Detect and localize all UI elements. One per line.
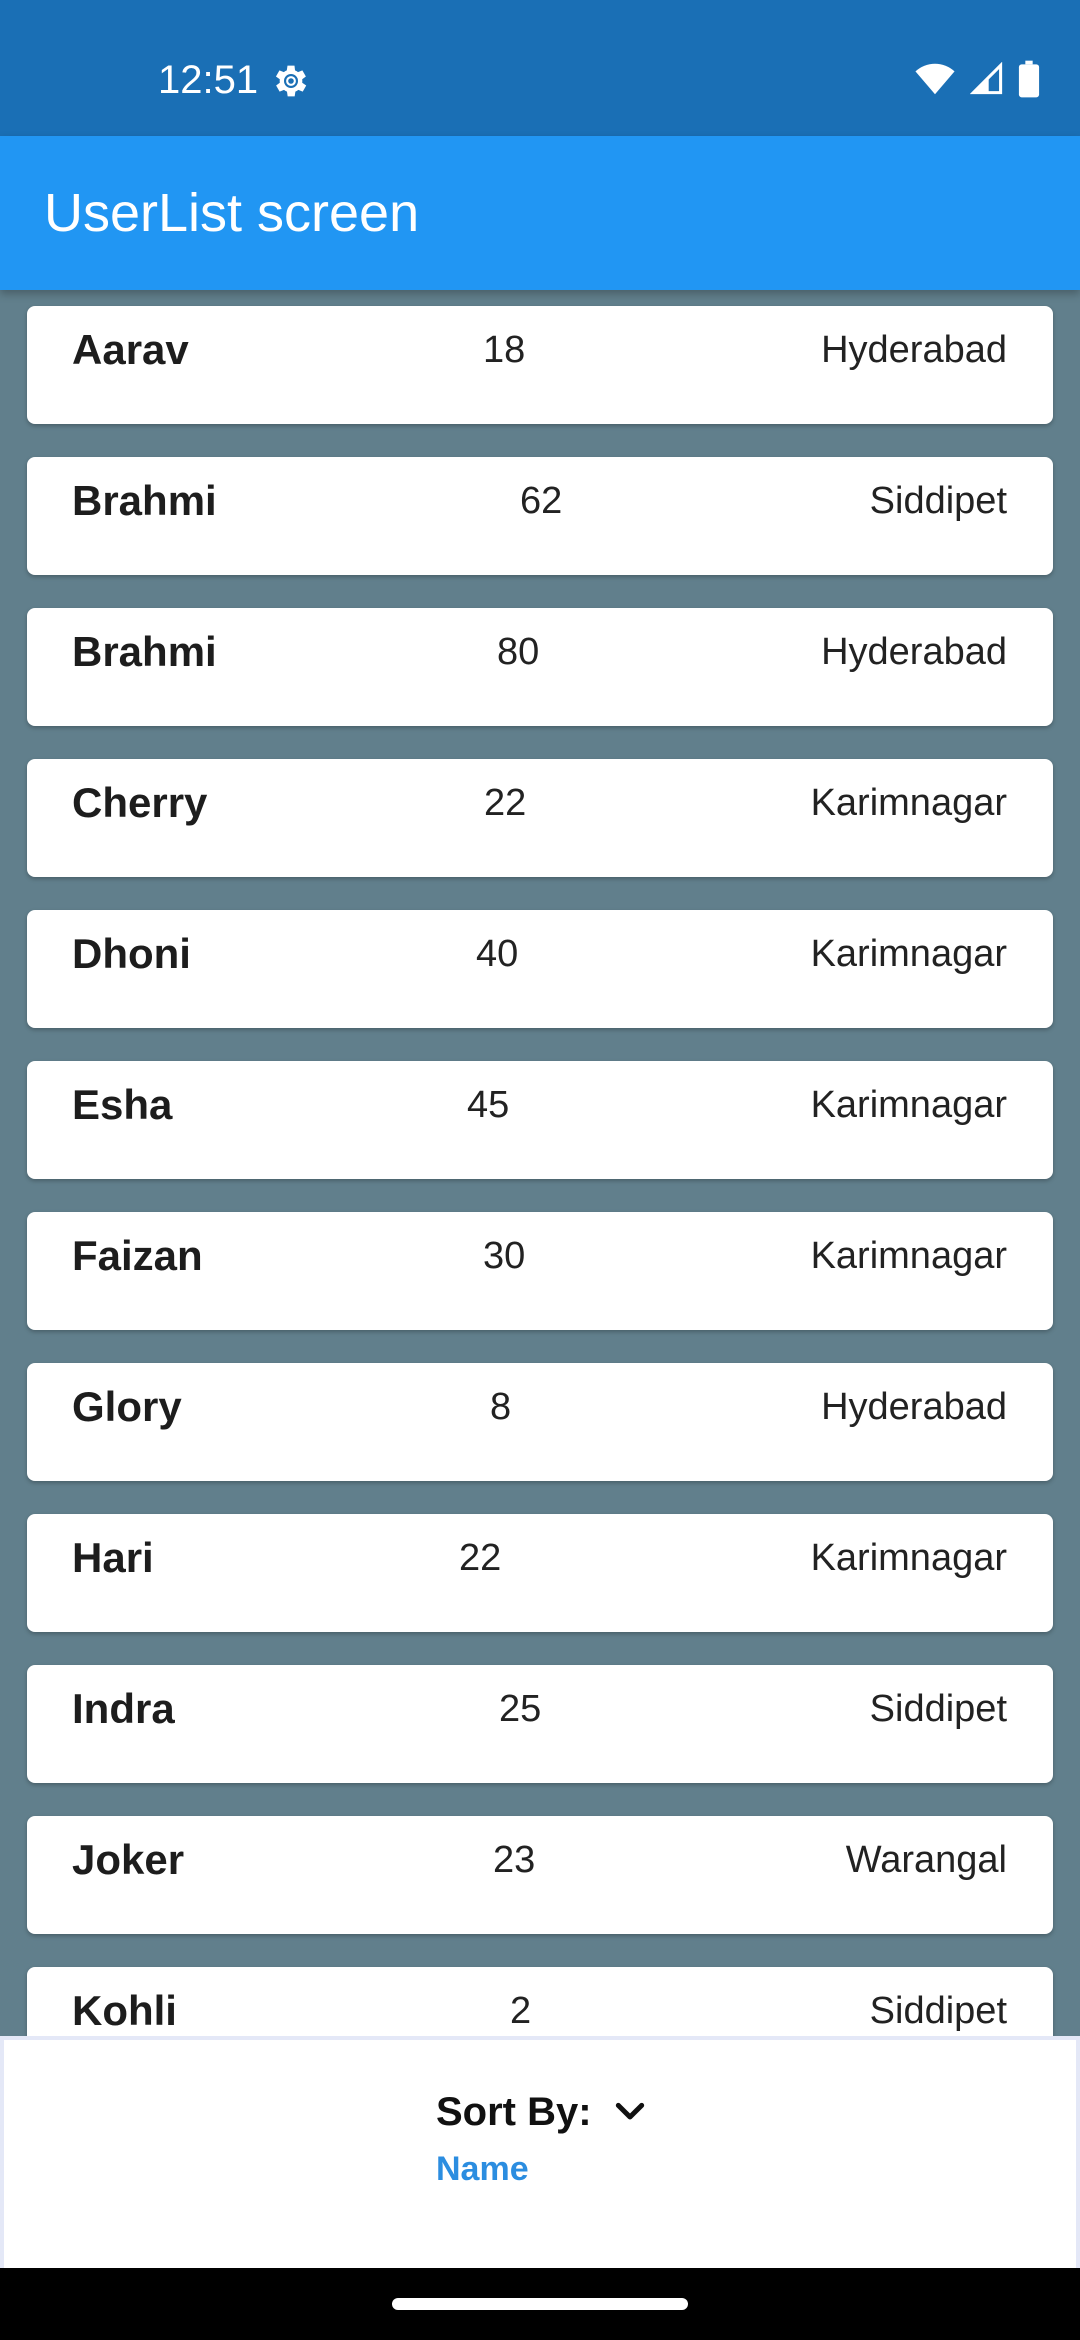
user-name: Brahmi (72, 477, 217, 524)
user-card[interactable]: Glory 8 Hyderabad (27, 1363, 1053, 1481)
user-city: Warangal (845, 1839, 1007, 1881)
user-card[interactable]: Hari 22 Karimnagar (27, 1514, 1053, 1632)
user-card[interactable]: Joker 23 Warangal (27, 1816, 1053, 1934)
app-bar: UserList screen (0, 136, 1080, 290)
user-age: 30 (483, 1235, 526, 1277)
user-name: Indra (72, 1685, 175, 1732)
user-city: Siddipet (869, 1688, 1007, 1730)
user-city: Karimnagar (810, 933, 1007, 975)
page-title: UserList screen (44, 183, 420, 243)
user-list[interactable]: Aarav 18 Hyderabad Brahmi 62 Siddipet Br… (0, 290, 1080, 2036)
user-card[interactable]: Cherry 22 Karimnagar (27, 759, 1053, 877)
signal-icon (970, 62, 1003, 95)
user-age: 45 (467, 1084, 510, 1126)
sort-dropdown[interactable]: Sort By: (436, 2088, 650, 2136)
user-age: 18 (483, 329, 526, 371)
user-city: Hyderabad (821, 1386, 1007, 1428)
user-name: Kohli (72, 1987, 177, 2034)
user-age: 22 (459, 1537, 502, 1579)
user-city: Karimnagar (810, 1537, 1007, 1579)
user-card[interactable]: Dhoni 40 Karimnagar (27, 910, 1053, 1028)
settings-gear-icon (275, 65, 307, 97)
user-city: Karimnagar (810, 782, 1007, 824)
status-icons (914, 60, 1040, 98)
user-city: Karimnagar (810, 1235, 1007, 1277)
sort-label: Sort By: (436, 2090, 592, 2134)
user-card[interactable]: Brahmi 80 Hyderabad (27, 608, 1053, 726)
user-name: Hari (72, 1534, 154, 1581)
chevron-down-icon (615, 2102, 644, 2120)
user-name: Brahmi (72, 628, 217, 675)
wifi-icon (915, 63, 955, 95)
user-name: Esha (72, 1081, 173, 1128)
user-city: Siddipet (869, 1990, 1007, 2032)
user-city: Karimnagar (810, 1084, 1007, 1126)
user-card[interactable]: Indra 25 Siddipet (27, 1665, 1053, 1783)
user-card[interactable]: Faizan 30 Karimnagar (27, 1212, 1053, 1330)
user-name: Faizan (72, 1232, 203, 1279)
user-age: 80 (497, 631, 540, 673)
user-city: Siddipet (869, 480, 1007, 522)
navigation-bar (0, 2268, 1080, 2340)
user-age: 2 (510, 1990, 532, 2032)
user-age: 22 (484, 782, 527, 824)
sort-selected-value[interactable]: Name (436, 2148, 529, 2190)
user-age: 8 (490, 1386, 512, 1428)
user-city: Hyderabad (821, 329, 1007, 371)
user-card[interactable]: Esha 45 Karimnagar (27, 1061, 1053, 1179)
user-age: 40 (476, 933, 519, 975)
user-name: Glory (72, 1383, 182, 1430)
user-age: 62 (520, 480, 563, 522)
user-city: Hyderabad (821, 631, 1007, 673)
battery-icon (1018, 60, 1040, 98)
status-time: 12:51 (158, 58, 259, 102)
home-handle[interactable] (392, 2298, 688, 2310)
user-card[interactable]: Kohli 2 Siddipet (27, 1967, 1053, 2036)
user-name: Joker (72, 1836, 185, 1883)
user-card[interactable]: Aarav 18 Hyderabad (27, 306, 1053, 424)
user-name: Dhoni (72, 930, 191, 977)
sort-panel: Sort By: Name (0, 2036, 1080, 2268)
status-bar: 12:51 (0, 0, 1080, 136)
user-age: 23 (493, 1839, 536, 1881)
user-name: Aarav (72, 326, 189, 373)
user-age: 25 (499, 1688, 542, 1730)
user-card[interactable]: Brahmi 62 Siddipet (27, 457, 1053, 575)
user-name: Cherry (72, 779, 208, 826)
